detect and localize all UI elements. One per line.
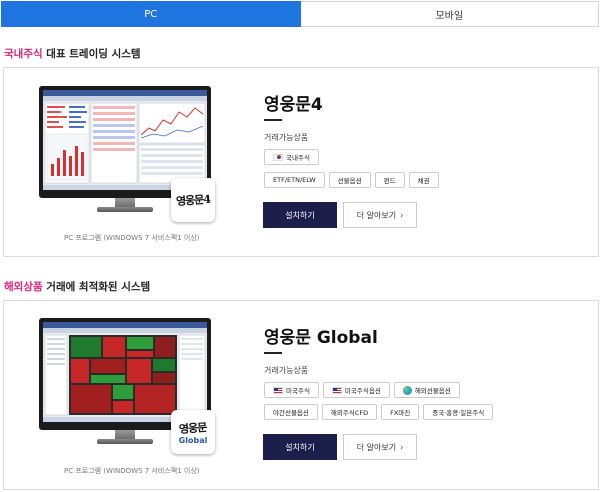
chip-domestic-stock: 국내주식: [264, 149, 319, 165]
product-chip-row-1: 국내주식: [264, 149, 319, 165]
system-requirement-caption: PC 프로그램 (WINDOWS 7 서비스팩1 이상): [64, 234, 200, 242]
install-button[interactable]: 설치하기: [263, 202, 337, 228]
platform-tabs: PC 모바일: [1, 1, 599, 27]
chip-night-futures-options: 야간선물옵션: [264, 404, 318, 420]
monitor-neck: [115, 430, 135, 439]
app-logo-youngwoongmun-global: 영웅문 Global: [171, 410, 215, 454]
chip-futures-options: 선물옵션: [328, 172, 371, 188]
hts-window-image: [43, 90, 207, 190]
tradable-products-label: 거래가능상품: [264, 366, 309, 375]
system-requirement-caption: PC 프로그램 (WINDOWS 7 서비스팩1 이상): [64, 467, 200, 475]
chip-fx-margin: FX마진: [381, 404, 420, 420]
hts-screenshot-global: [43, 322, 207, 422]
chip-china-hk-japan-stock: 중국·홍콩·일본주식: [423, 404, 494, 420]
title-underline: [264, 352, 282, 354]
product-title: 영웅문 Global: [264, 328, 378, 348]
globe-icon: [402, 385, 412, 395]
product-card-domestic: 영웅문4 PC 프로그램 (WINDOWS 7 서비스팩1 이상) 영웅문4 거…: [3, 67, 599, 257]
chip-etf-etn-elw: ETF/ETN/ELW: [264, 172, 325, 188]
chip-us-stock-options: 미국주식옵션: [322, 382, 390, 398]
product-card-overseas: 영웅문 Global PC 프로그램 (WINDOWS 7 서비스팩1 이상) …: [3, 300, 599, 490]
learn-more-button[interactable]: 더 알아보기 ›: [343, 434, 417, 460]
chip-fund: 펀드: [374, 172, 405, 188]
us-flag-icon: [273, 386, 283, 394]
section-heading-domestic: 국내주식 대표 트레이딩 시스템: [4, 46, 141, 61]
heading-rest: 거래에 최적화된 시스템: [42, 281, 151, 293]
tab-mobile[interactable]: 모바일: [300, 1, 599, 27]
install-button[interactable]: 설치하기: [263, 434, 337, 460]
monitor-neck: [115, 198, 135, 207]
product-chip-row-1: 미국주식 미국주식옵션 해외선물옵션: [264, 382, 460, 398]
chevron-right-icon: ›: [400, 210, 404, 220]
learn-more-button[interactable]: 더 알아보기 ›: [343, 202, 417, 228]
korea-flag-icon: [273, 153, 283, 161]
chip-overseas-futures-options: 해외선물옵션: [393, 382, 460, 398]
app-logo-youngwoongmun4: 영웅문4: [171, 178, 215, 222]
chevron-right-icon: ›: [400, 442, 404, 452]
monitor-foot: [97, 439, 153, 444]
section-heading-overseas: 해외상품 거래에 최적화된 시스템: [4, 279, 150, 294]
logo-global-text: Global: [178, 435, 208, 445]
heading-accent: 해외상품: [4, 281, 43, 293]
product-title: 영웅문4: [264, 95, 323, 115]
product-chip-row-2: ETF/ETN/ELW 선물옵션 펀드 채권: [264, 172, 439, 188]
title-underline: [264, 119, 282, 121]
chip-us-stock: 미국주식: [264, 382, 319, 398]
heading-accent: 국내주식: [4, 48, 43, 60]
tradable-products-label: 거래가능상품: [264, 133, 309, 142]
hts-window-image: [43, 322, 207, 422]
logo-script-text: 영웅문: [178, 420, 208, 436]
chip-bond: 채권: [408, 172, 439, 188]
product-chip-row-2: 야간선물옵션 해외주식CFD FX마진 중국·홍콩·일본주식: [264, 404, 494, 420]
tab-pc[interactable]: PC: [1, 1, 301, 27]
logo-script-text: 영웅문4: [175, 192, 211, 209]
hts-screenshot-domestic: [43, 90, 207, 190]
us-flag-icon: [331, 386, 342, 394]
heading-rest: 대표 트레이딩 시스템: [42, 48, 141, 60]
chip-overseas-stock-cfd: 해외주식CFD: [321, 404, 378, 420]
monitor-foot: [97, 207, 153, 212]
